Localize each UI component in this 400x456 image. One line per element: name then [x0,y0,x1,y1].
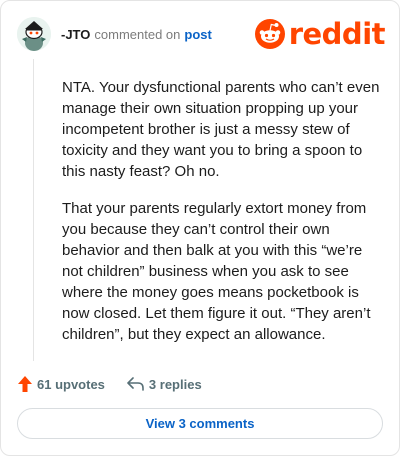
post-link[interactable]: post [184,27,211,42]
upvote-count: 61 upvotes [37,376,105,392]
comment-card: -JTO commented on post reddit NTA. Your dy… [0,0,400,456]
comment-body: NTA. Your dysfunctional parents who can’… [62,77,384,361]
replies-button[interactable]: 3 replies [127,377,202,392]
replies-count: 3 replies [148,376,202,392]
reddit-logo[interactable]: reddit [254,16,386,51]
comment-paragraph: NTA. Your dysfunctional parents who can’… [62,79,380,180]
comment-paragraph: That your parents regularly extort money… [62,200,371,343]
view-comments-button[interactable]: View 3 comments [17,408,383,439]
avatar-snoo-icon [17,17,51,51]
action-text: commented on [94,27,181,42]
comment-actions: 61 upvotes 3 replies [17,373,224,395]
avatar[interactable] [17,17,51,51]
upvote-arrow-icon [18,376,32,392]
thread-line[interactable] [33,59,34,361]
reply-icon [127,377,144,391]
upvote-button[interactable]: 61 upvotes [17,375,105,393]
reddit-wordmark: reddit [288,16,386,51]
comment-meta: -JTO commented on post [61,27,212,42]
username[interactable]: -JTO [61,27,90,42]
reddit-alien-icon [254,19,285,49]
comment-header: -JTO commented on post reddit [17,16,386,53]
